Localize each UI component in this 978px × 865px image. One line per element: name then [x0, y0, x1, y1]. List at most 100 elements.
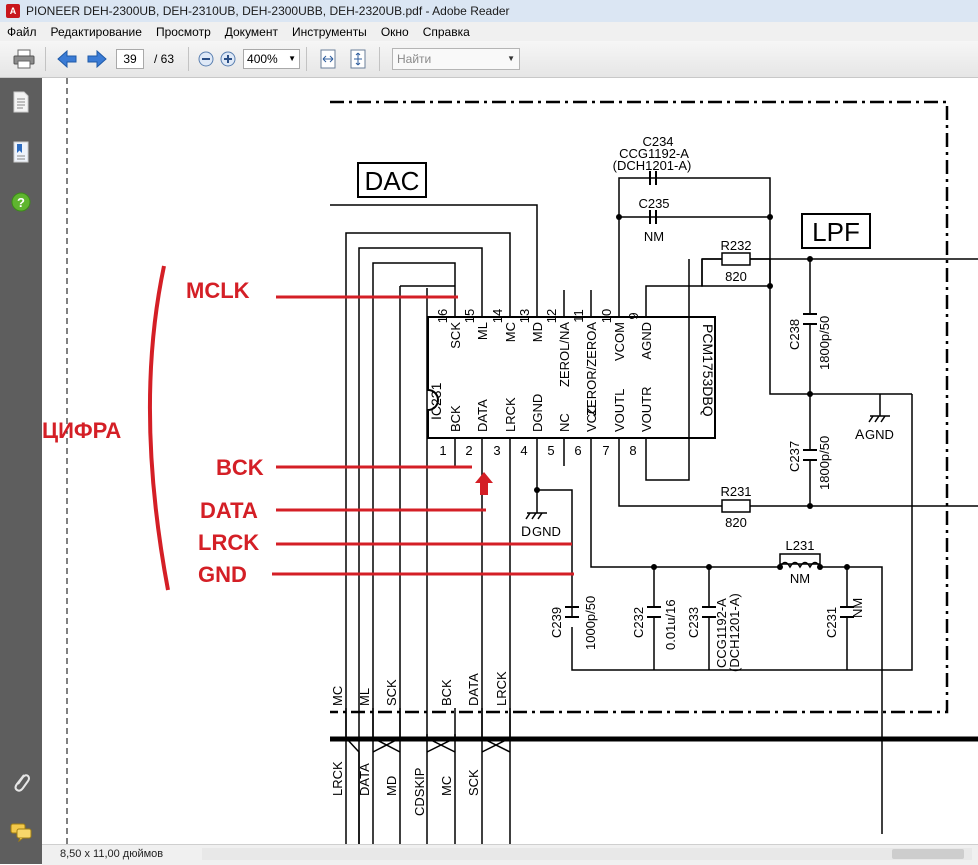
r232-value: 820 — [725, 269, 747, 284]
arrow-right-icon — [87, 50, 107, 68]
pin-number: 13 — [517, 309, 532, 323]
c231-label: C231 — [824, 607, 839, 638]
pin-name: DATA — [475, 399, 490, 432]
annotation-data: DATA — [200, 498, 258, 523]
pin-number: 1 — [439, 443, 446, 458]
l231-value: NM — [790, 571, 810, 586]
navigation-sidebar: ? — [0, 78, 42, 864]
pin-number: 14 — [490, 309, 505, 323]
c237-value: 1800p/50 — [817, 436, 832, 490]
agnd-symbol — [868, 415, 890, 423]
c233-value-alt: (DCH1201-A) — [727, 593, 742, 672]
svg-text:?: ? — [17, 195, 25, 210]
annotation-mclk: MCLK — [186, 278, 250, 303]
bus-label: DATA — [357, 763, 372, 796]
attachments-panel-button[interactable] — [9, 770, 33, 794]
fit-width-icon — [320, 49, 336, 69]
help-button[interactable]: ? — [9, 190, 33, 214]
pin-number: 12 — [544, 309, 559, 323]
page-thumbnails-icon — [13, 91, 29, 113]
pin-number: 7 — [602, 443, 609, 458]
ic-part-label: PCM1753DBQ — [700, 324, 716, 417]
menu-file[interactable]: Файл — [0, 25, 44, 39]
pin-name: ZEROR/ZEROA — [584, 322, 599, 416]
pin-name: NC — [557, 413, 572, 432]
bus-label: BCK — [439, 679, 454, 706]
menu-tools[interactable]: Инструменты — [285, 25, 374, 39]
page-number-input[interactable]: 39 — [116, 49, 144, 69]
l231-label: L231 — [786, 538, 815, 553]
pin-number: 10 — [599, 309, 614, 323]
paperclip-icon — [14, 774, 30, 792]
menu-document[interactable]: Документ — [218, 25, 285, 39]
zoom-level-select[interactable]: 400% ▼ — [243, 49, 301, 69]
pages-panel-button[interactable] — [9, 90, 33, 114]
c237-label: C237 — [787, 441, 802, 472]
bus-label: ML — [357, 688, 372, 706]
bookmarks-panel-button[interactable] — [9, 140, 33, 164]
fit-page-icon — [350, 49, 366, 69]
search-input[interactable]: Найти ▼ — [392, 48, 521, 70]
pin-number: 11 — [571, 309, 586, 323]
status-bar: 8,50 x 11,00 дюймов — [42, 844, 978, 865]
printer-icon — [13, 49, 35, 69]
zoom-out-button[interactable] — [197, 47, 215, 71]
c232-label: C232 — [631, 607, 646, 638]
horizontal-scrollbar[interactable] — [202, 848, 972, 860]
fit-page-button[interactable] — [346, 47, 370, 71]
bookmark-icon — [13, 141, 29, 163]
menu-view[interactable]: Просмотр — [149, 25, 218, 39]
window-title: PIONEER DEH-2300UB, DEH-2310UB, DEH-2300… — [26, 4, 510, 18]
pin-number: 15 — [462, 309, 477, 323]
print-button[interactable] — [12, 47, 36, 71]
dgnd-symbol — [525, 512, 547, 520]
c239-label: C239 — [549, 607, 564, 638]
bottom-pin-numbers: 1 2 3 4 5 6 7 8 — [439, 443, 636, 458]
capacitor-c232 — [647, 606, 661, 618]
document-view[interactable]: DAC LPF IC231 PCM1753DBQ 16 15 14 13 12 … — [42, 78, 978, 844]
annotation-brace — [147, 265, 170, 591]
pin-number: 8 — [629, 443, 636, 458]
zoom-in-button[interactable] — [219, 47, 237, 71]
red-arrow-icon — [475, 472, 493, 495]
c238-label: C238 — [787, 319, 802, 350]
r232-label: R232 — [720, 238, 751, 253]
help-icon: ? — [11, 192, 31, 212]
pin-name: ML — [475, 322, 490, 340]
c239-value: 1000p/50 — [583, 596, 598, 650]
menu-help[interactable]: Справка — [416, 25, 477, 39]
pin-number: 9 — [626, 312, 641, 319]
search-placeholder: Найти — [397, 52, 432, 66]
pin-name: MC — [503, 322, 518, 342]
next-page-button[interactable] — [85, 47, 109, 71]
annotation-gnd: GND — [198, 562, 247, 587]
c238-value: 1800p/50 — [817, 316, 832, 370]
bus-label: LRCK — [494, 671, 509, 706]
pin-number: 4 — [520, 443, 527, 458]
pin-name: DGND — [530, 394, 545, 432]
pin-number: 3 — [493, 443, 500, 458]
toolbar-separator — [379, 47, 381, 71]
bus-lower-labels: LRCK DATA MD CDSKIP MC SCK — [330, 761, 481, 816]
c234-value-alt: (DCH1201-A) — [613, 158, 692, 173]
toolbar-separator — [45, 47, 46, 71]
bus-label: MC — [330, 686, 345, 706]
comments-icon — [10, 823, 32, 842]
menu-window[interactable]: Окно — [374, 25, 416, 39]
bus-label: MC — [439, 776, 454, 796]
previous-page-button[interactable] — [55, 47, 79, 71]
fit-width-button[interactable] — [316, 47, 340, 71]
comments-panel-button[interactable] — [9, 820, 33, 844]
annotation-bck: BCK — [216, 455, 264, 480]
pin-name: VCC — [584, 405, 599, 432]
scrollbar-thumb[interactable] — [892, 849, 964, 859]
dac-label: DAC — [365, 166, 420, 196]
zoom-level-value: 400% — [247, 52, 278, 66]
zoom-in-icon — [220, 51, 236, 67]
c233-label: C233 — [686, 607, 701, 638]
c231-value: NM — [850, 598, 865, 618]
resistor-r231 — [721, 499, 751, 513]
r231-value: 820 — [725, 515, 747, 530]
menu-edit[interactable]: Редактирование — [44, 25, 149, 39]
pin-number: 6 — [574, 443, 581, 458]
